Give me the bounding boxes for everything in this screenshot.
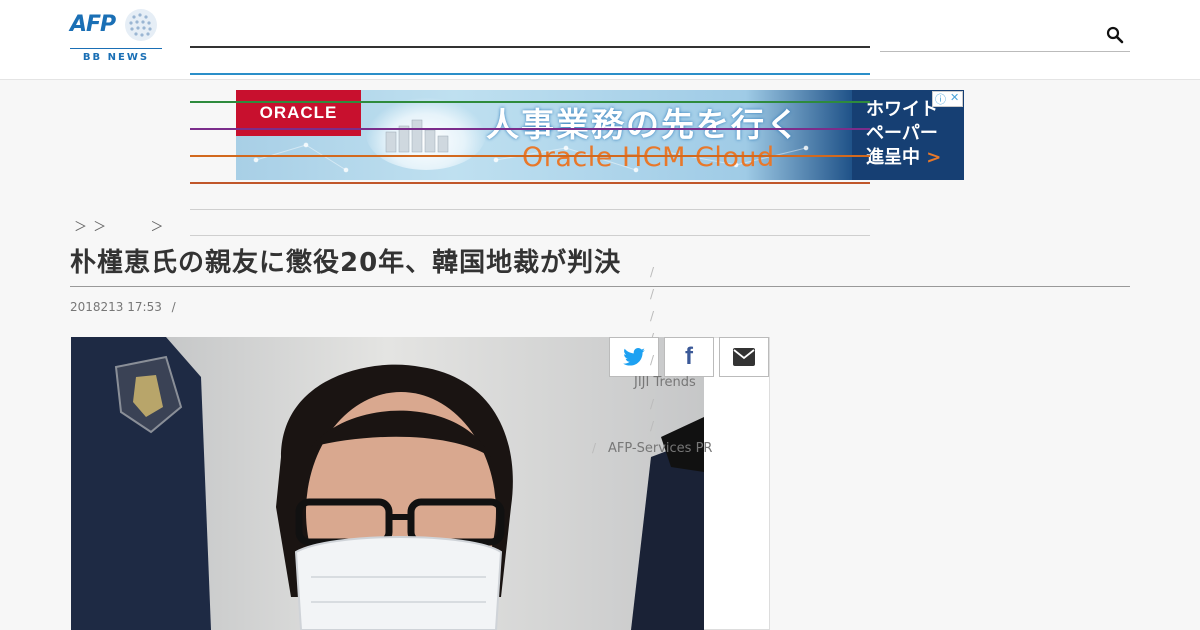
search-icon[interactable] <box>1106 26 1124 44</box>
menu-slash: / <box>650 287 655 301</box>
mail-icon <box>733 348 755 366</box>
menu-line <box>190 128 870 130</box>
jiji-trends-link[interactable]: JIJI Trends <box>634 375 696 390</box>
nav-bar-line <box>190 73 870 75</box>
menu-slash: / <box>592 441 597 455</box>
afp-services-pr-link[interactable]: AFP-Services PR <box>608 441 712 456</box>
menu-slash: / <box>650 397 655 411</box>
ad-cta-line: 進呈中 <box>866 147 920 168</box>
close-icon[interactable]: ✕ <box>950 91 959 104</box>
article-title: 朴槿恵氏の親友に懲役20年、韓国地裁が判決 <box>70 248 622 278</box>
menu-line <box>190 155 870 157</box>
ad-headline: 人事業務の先を行く <box>486 105 801 144</box>
adchoices-icon[interactable]: ⓘ <box>935 91 946 107</box>
ad-arrow-icon: > <box>926 147 942 168</box>
menu-slash: / <box>650 353 655 367</box>
article-photo[interactable] <box>71 337 704 630</box>
logo-subtitle: BB NEWS <box>82 52 150 63</box>
photo-illustration <box>71 337 704 630</box>
breadcrumb-separator: ＞ <box>74 220 88 235</box>
afp-bb-news-logo[interactable]: AFP BB NEWS <box>70 8 162 64</box>
twitter-icon <box>623 348 645 366</box>
advertisement-banner[interactable]: ORACLE 人事業務の先を行く Oracle HCM Cloud ホワイト ペ… <box>236 90 964 180</box>
menu-slash: / <box>650 419 655 433</box>
menu-divider <box>190 209 870 210</box>
menu-line <box>190 182 870 184</box>
site-header: AFP BB NEWS <box>0 0 1200 80</box>
article-meta: 2018213 17:53 / <box>70 300 176 314</box>
photo-side-panel <box>704 337 770 630</box>
breadcrumb: ＞ ＞ ＞ <box>74 216 163 235</box>
ad-cta-line: ペーパー <box>866 123 938 144</box>
globe-icon <box>125 9 157 41</box>
nav-bar-line <box>190 46 870 48</box>
share-facebook-button[interactable]: f <box>664 337 714 377</box>
search-input[interactable] <box>880 18 1130 52</box>
meta-separator: / <box>171 300 176 314</box>
menu-line <box>190 101 870 103</box>
menu-slash: / <box>650 265 655 279</box>
breadcrumb-separator: ＞ <box>93 220 107 235</box>
article-date: 2018213 17:53 <box>70 300 162 314</box>
logo-brand: AFP <box>70 12 116 37</box>
menu-slash: / <box>650 309 655 323</box>
breadcrumb-separator: ＞ <box>150 220 164 235</box>
title-divider <box>70 286 1130 287</box>
ad-choices[interactable]: ⓘ ✕ <box>932 91 963 107</box>
menu-divider <box>190 235 870 236</box>
facebook-icon: f <box>685 343 693 370</box>
logo-divider <box>70 48 162 49</box>
ad-product-name: Oracle HCM Cloud <box>522 142 775 173</box>
share-mail-button[interactable] <box>719 337 769 377</box>
